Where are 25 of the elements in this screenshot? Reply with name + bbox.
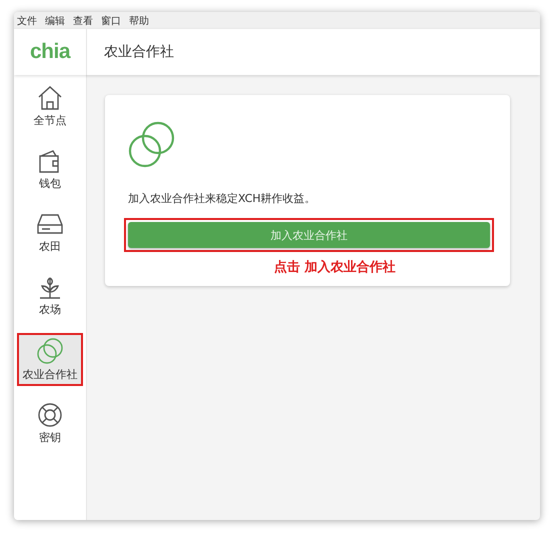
lifebuoy-icon [37,402,63,428]
menu-item[interactable]: 窗口 [101,14,121,28]
annotation-text: 点击 加入农业合作社 [274,258,396,276]
nav-label: 密钥 [39,430,61,445]
nav-item[interactable]: 农场 [17,270,83,321]
menu-item[interactable]: 查看 [73,14,93,28]
home-icon [37,85,63,111]
nav-label: 农业合作社 [22,367,78,382]
nav-item[interactable]: 钱包 [17,144,83,195]
menu-item[interactable]: 编辑 [45,14,65,28]
nav-item[interactable]: 密钥 [17,398,83,449]
nav-item[interactable]: 全节点 [17,81,83,132]
menu-item[interactable]: 帮助 [129,14,149,28]
page-title: 农业合作社 [103,43,174,62]
logo: chia [30,40,70,64]
rings-icon [128,121,176,169]
nav-item[interactable]: 农田 [17,207,83,258]
nav-item[interactable]: 农业合作社 [17,333,83,386]
description-text: 加入农业合作社来稳定XCH耕作收益。 [128,191,317,206]
menu-item[interactable]: 文件 [17,14,37,28]
nav-label: 农场 [39,302,61,317]
nav-label: 钱包 [39,176,61,191]
nav-label: 农田 [39,239,61,254]
nav-label: 全节点 [34,113,66,128]
rings-icon [36,337,64,365]
